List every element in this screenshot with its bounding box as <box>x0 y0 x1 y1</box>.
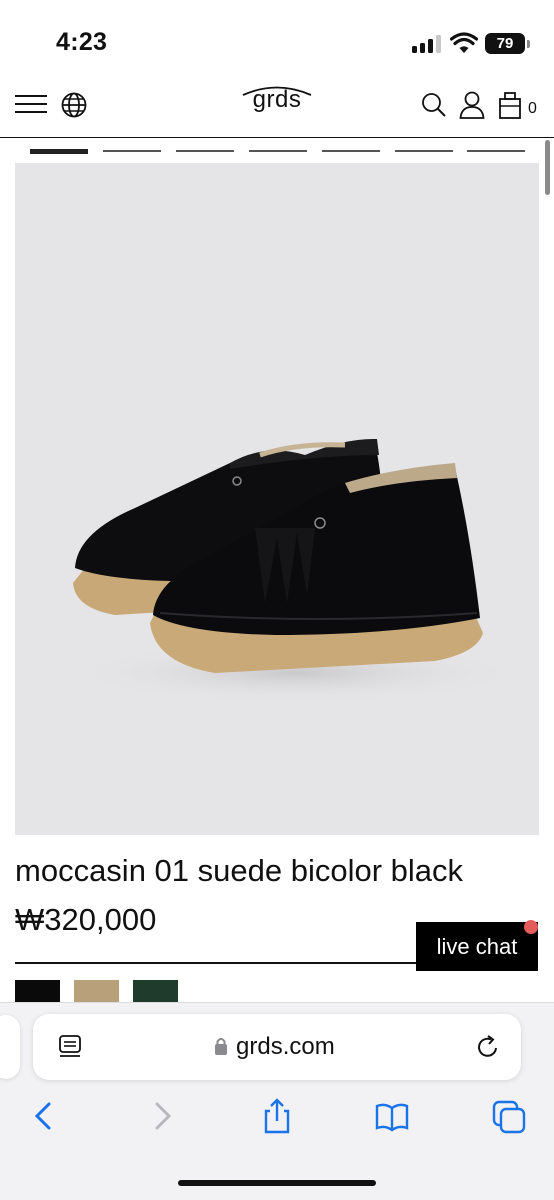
carousel-indicator[interactable] <box>322 150 380 152</box>
carousel-indicator[interactable] <box>176 150 234 152</box>
cart-count: 0 <box>528 100 537 117</box>
carousel-indicator[interactable] <box>249 150 307 152</box>
address-bar[interactable]: grds.com <box>33 1014 521 1080</box>
url-text: grds.com <box>236 1033 335 1060</box>
home-indicator[interactable] <box>178 1180 376 1186</box>
forward-icon[interactable] <box>145 1098 179 1134</box>
product-image[interactable] <box>15 163 539 835</box>
swatch-black[interactable] <box>15 980 60 1002</box>
chat-notification-dot <box>524 920 538 934</box>
status-bar: 4:23 79 <box>0 0 554 74</box>
page-scrollbar[interactable] <box>545 140 550 195</box>
signal-icon <box>412 35 444 53</box>
previous-tab-preview[interactable] <box>0 1015 20 1079</box>
carousel-indicator[interactable] <box>395 150 453 152</box>
product-title: moccasin 01 suede bicolor black <box>15 853 464 888</box>
site-header: grds 0 <box>0 74 554 138</box>
bag-icon[interactable] <box>497 90 525 120</box>
status-time: 4:23 <box>56 28 108 56</box>
product-price: ₩320,000 <box>15 902 157 937</box>
wifi-icon <box>450 32 478 53</box>
bookmarks-icon[interactable] <box>375 1098 409 1134</box>
swatch-green[interactable] <box>133 980 178 1002</box>
reader-icon[interactable] <box>58 1034 82 1060</box>
search-icon[interactable] <box>420 90 448 120</box>
carousel-indicators <box>30 149 530 155</box>
share-icon[interactable] <box>260 1098 294 1134</box>
swatch-beige[interactable] <box>74 980 119 1002</box>
lock-icon <box>215 1038 227 1055</box>
back-icon[interactable] <box>27 1098 61 1134</box>
carousel-indicator[interactable] <box>30 149 88 154</box>
carousel-indicator[interactable] <box>467 150 525 152</box>
battery-icon: 79 <box>485 33 530 54</box>
account-icon[interactable] <box>458 90 486 120</box>
tabs-icon[interactable] <box>492 1098 526 1134</box>
reload-icon[interactable] <box>475 1034 501 1060</box>
live-chat-button[interactable]: live chat <box>416 922 538 971</box>
carousel-indicator[interactable] <box>103 150 161 152</box>
